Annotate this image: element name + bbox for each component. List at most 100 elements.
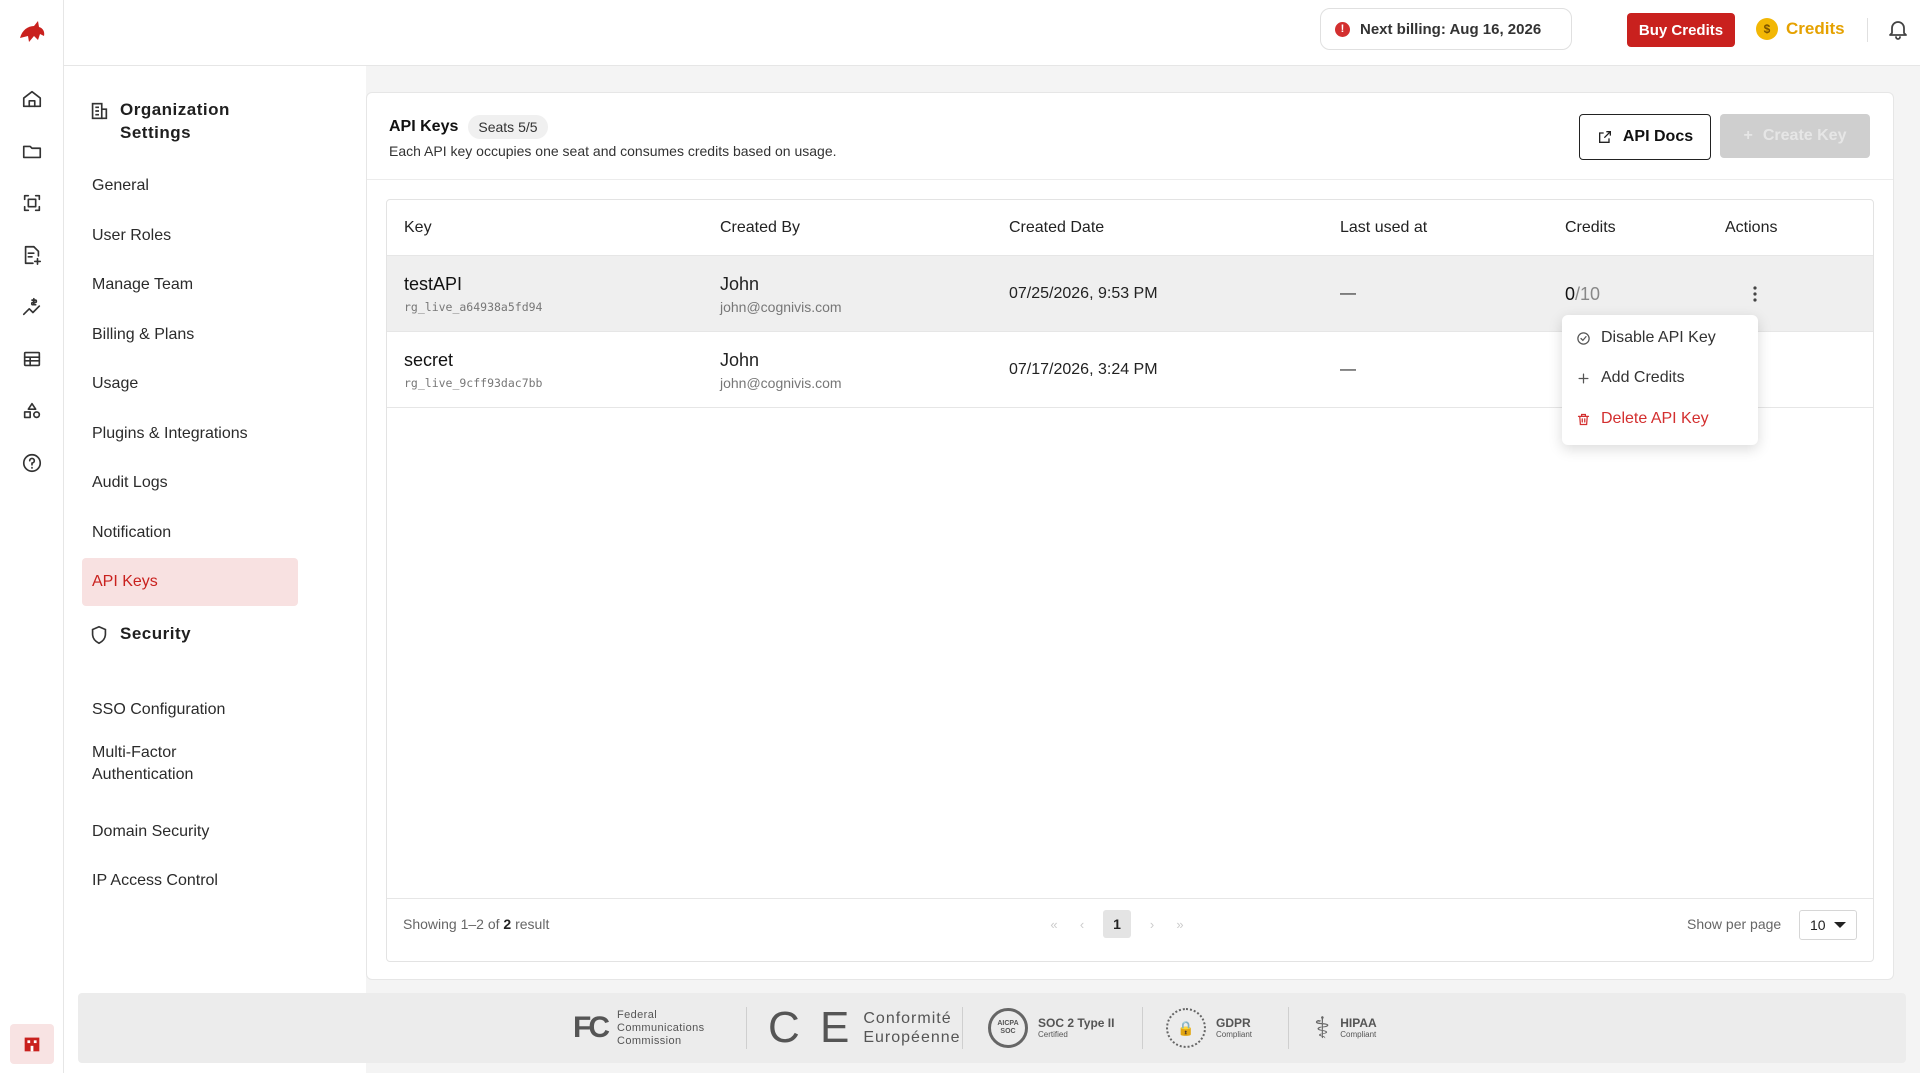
next-page-icon[interactable]: › — [1145, 917, 1159, 932]
chevron-down-icon — [1834, 922, 1846, 928]
document-add-icon[interactable] — [20, 243, 44, 267]
column-header-credits[interactable]: Credits — [1565, 200, 1616, 255]
coin-icon: $ — [1756, 18, 1778, 40]
check-circle-icon — [1577, 331, 1590, 345]
credits-total: /10 — [1575, 283, 1601, 304]
folder-icon[interactable] — [20, 139, 44, 163]
caduceus-icon: ⚕ — [1314, 1011, 1331, 1045]
user-name: John — [720, 349, 760, 370]
user-email: john@cognivis.com — [720, 298, 842, 315]
results-summary: Showing 1–2 of 2 result — [403, 916, 550, 932]
user-email: john@cognivis.com — [720, 374, 842, 391]
organization-settings-heading: Organization Settings — [88, 98, 250, 144]
aicpa-soc-seal-icon: AICPA SOC — [988, 1008, 1028, 1048]
workflow-cost-icon[interactable] — [20, 295, 44, 319]
topbar-divider — [1867, 18, 1868, 42]
sidebar-item-plugins-integrations[interactable]: Plugins & Integrations — [82, 410, 298, 458]
per-page-label: Show per page — [1687, 916, 1782, 932]
fcc-logo-icon: FC — [573, 1011, 610, 1044]
trash-icon — [1577, 413, 1590, 425]
sidebar-item-manage-team[interactable]: Manage Team — [82, 261, 298, 309]
sidebar-item-user-roles[interactable]: User Roles — [82, 212, 298, 260]
last-used-cell: — — [1340, 361, 1356, 378]
credits-link[interactable]: $ Credits — [1756, 18, 1845, 40]
created-by-cell: John john@cognivis.com — [720, 256, 842, 332]
row-actions-menu: Disable API Key Add Credits Delete API K… — [1562, 315, 1758, 445]
fcc-badge: FC Federal Communications Commission — [573, 1008, 705, 1047]
scan-icon[interactable] — [20, 191, 44, 215]
sidebar-item-billing-plans[interactable]: Billing & Plans — [82, 311, 298, 359]
card-title: API Keys — [389, 118, 459, 135]
api-keys-table: Key Created By Created Date Last used at… — [386, 199, 1874, 962]
created-date-cell: 07/25/2026, 9:53 PM — [1009, 285, 1158, 302]
sidebar-item-ip-access-control[interactable]: IP Access Control — [82, 857, 298, 905]
buy-credits-button[interactable]: Buy Credits — [1627, 13, 1735, 47]
key-name: testAPI — [404, 274, 463, 294]
more-actions-icon[interactable] — [1745, 284, 1765, 304]
help-circle-icon[interactable] — [20, 451, 44, 475]
credits-label: Credits — [1786, 19, 1845, 38]
building-icon — [91, 102, 108, 120]
sidebar-item-sso-configuration[interactable]: SSO Configuration — [82, 686, 298, 734]
table-icon[interactable] — [20, 347, 44, 371]
page-button-current[interactable]: 1 — [1103, 910, 1131, 938]
alert-icon: ! — [1335, 21, 1350, 37]
last-page-icon[interactable]: » — [1173, 917, 1187, 932]
column-header-last-used[interactable]: Last used at — [1340, 200, 1427, 255]
sidebar-item-audit-logs[interactable]: Audit Logs — [82, 459, 298, 507]
ce-mark-icon: C E — [768, 1003, 854, 1052]
plus-icon: + — [1743, 127, 1753, 144]
ce-badge: C E Conformité Européenne — [768, 1003, 961, 1052]
created-date-cell: 07/17/2026, 3:24 PM — [1009, 361, 1158, 378]
api-docs-button[interactable]: API Docs — [1579, 114, 1711, 160]
user-name: John — [720, 273, 760, 294]
column-header-created-date[interactable]: Created Date — [1009, 200, 1104, 255]
key-value: rg_live_a64938a5fd94 — [404, 300, 543, 314]
security-heading: Security — [88, 622, 191, 646]
building-icon — [24, 1037, 40, 1052]
previous-page-icon[interactable]: ‹ — [1075, 917, 1089, 932]
shield-icon — [91, 625, 107, 645]
add-credits-item[interactable]: Add Credits — [1576, 369, 1685, 387]
shapes-icon[interactable] — [20, 399, 44, 423]
external-link-icon — [1598, 131, 1611, 143]
settings-sidebar: Organization Settings General User Roles… — [64, 66, 366, 1073]
sidebar-item-domain-security[interactable]: Domain Security — [82, 808, 298, 856]
notification-bell-icon[interactable] — [1886, 17, 1910, 41]
api-keys-card: API Keys Seats 5/5 Each API key occupies… — [366, 92, 1894, 980]
disable-api-key-item[interactable]: Disable API Key — [1576, 329, 1716, 347]
eu-stars-lock-icon: 🔒 — [1166, 1008, 1206, 1048]
sidebar-item-usage[interactable]: Usage — [82, 360, 298, 408]
sidebar-item-notification[interactable]: Notification — [82, 509, 298, 557]
pagination: « ‹ 1 › » — [1047, 910, 1187, 938]
key-value: rg_live_9cff93dac7bb — [404, 376, 543, 390]
sidebar-item-multi-factor-authentication[interactable]: Multi-Factor Authentication — [82, 735, 242, 793]
column-header-actions: Actions — [1725, 218, 1778, 236]
soc2-badge: AICPA SOC SOC 2 Type II Certified — [988, 993, 1114, 1063]
brand-logo-icon[interactable] — [16, 16, 48, 48]
sidebar-item-general[interactable]: General — [82, 162, 298, 210]
next-billing-text: Next billing: Aug 16, 2026 — [1360, 20, 1542, 38]
column-header-created-by[interactable]: Created By — [720, 200, 800, 255]
created-by-cell: John john@cognivis.com — [720, 332, 842, 408]
first-page-icon[interactable]: « — [1047, 917, 1061, 932]
column-header-key[interactable]: Key — [404, 200, 432, 255]
per-page-select[interactable]: 10 — [1799, 910, 1857, 940]
gdpr-badge: 🔒 GDPR Compliant — [1166, 993, 1252, 1063]
home-icon[interactable] — [20, 87, 44, 111]
card-description: Each API key occupies one seat and consu… — [389, 143, 837, 159]
credits-used: 0 — [1565, 283, 1576, 304]
next-billing-notice: ! Next billing: Aug 16, 2026 — [1320, 8, 1572, 50]
plus-icon — [1578, 373, 1589, 383]
compliance-badges: FC Federal Communications Commission C E… — [78, 993, 1906, 1063]
seats-badge: Seats 5/5 — [468, 115, 548, 139]
create-key-button[interactable]: + Create Key — [1720, 114, 1870, 158]
sidebar-item-api-keys[interactable]: API Keys — [82, 558, 298, 606]
key-cell: secret rg_live_9cff93dac7bb — [404, 332, 542, 408]
card-divider — [367, 179, 1893, 180]
footer-divider — [387, 898, 1873, 899]
organization-button[interactable] — [10, 1024, 54, 1064]
last-used-cell: — — [1340, 285, 1356, 302]
delete-api-key-item[interactable]: Delete API Key — [1576, 410, 1709, 428]
icon-rail — [0, 0, 64, 1073]
